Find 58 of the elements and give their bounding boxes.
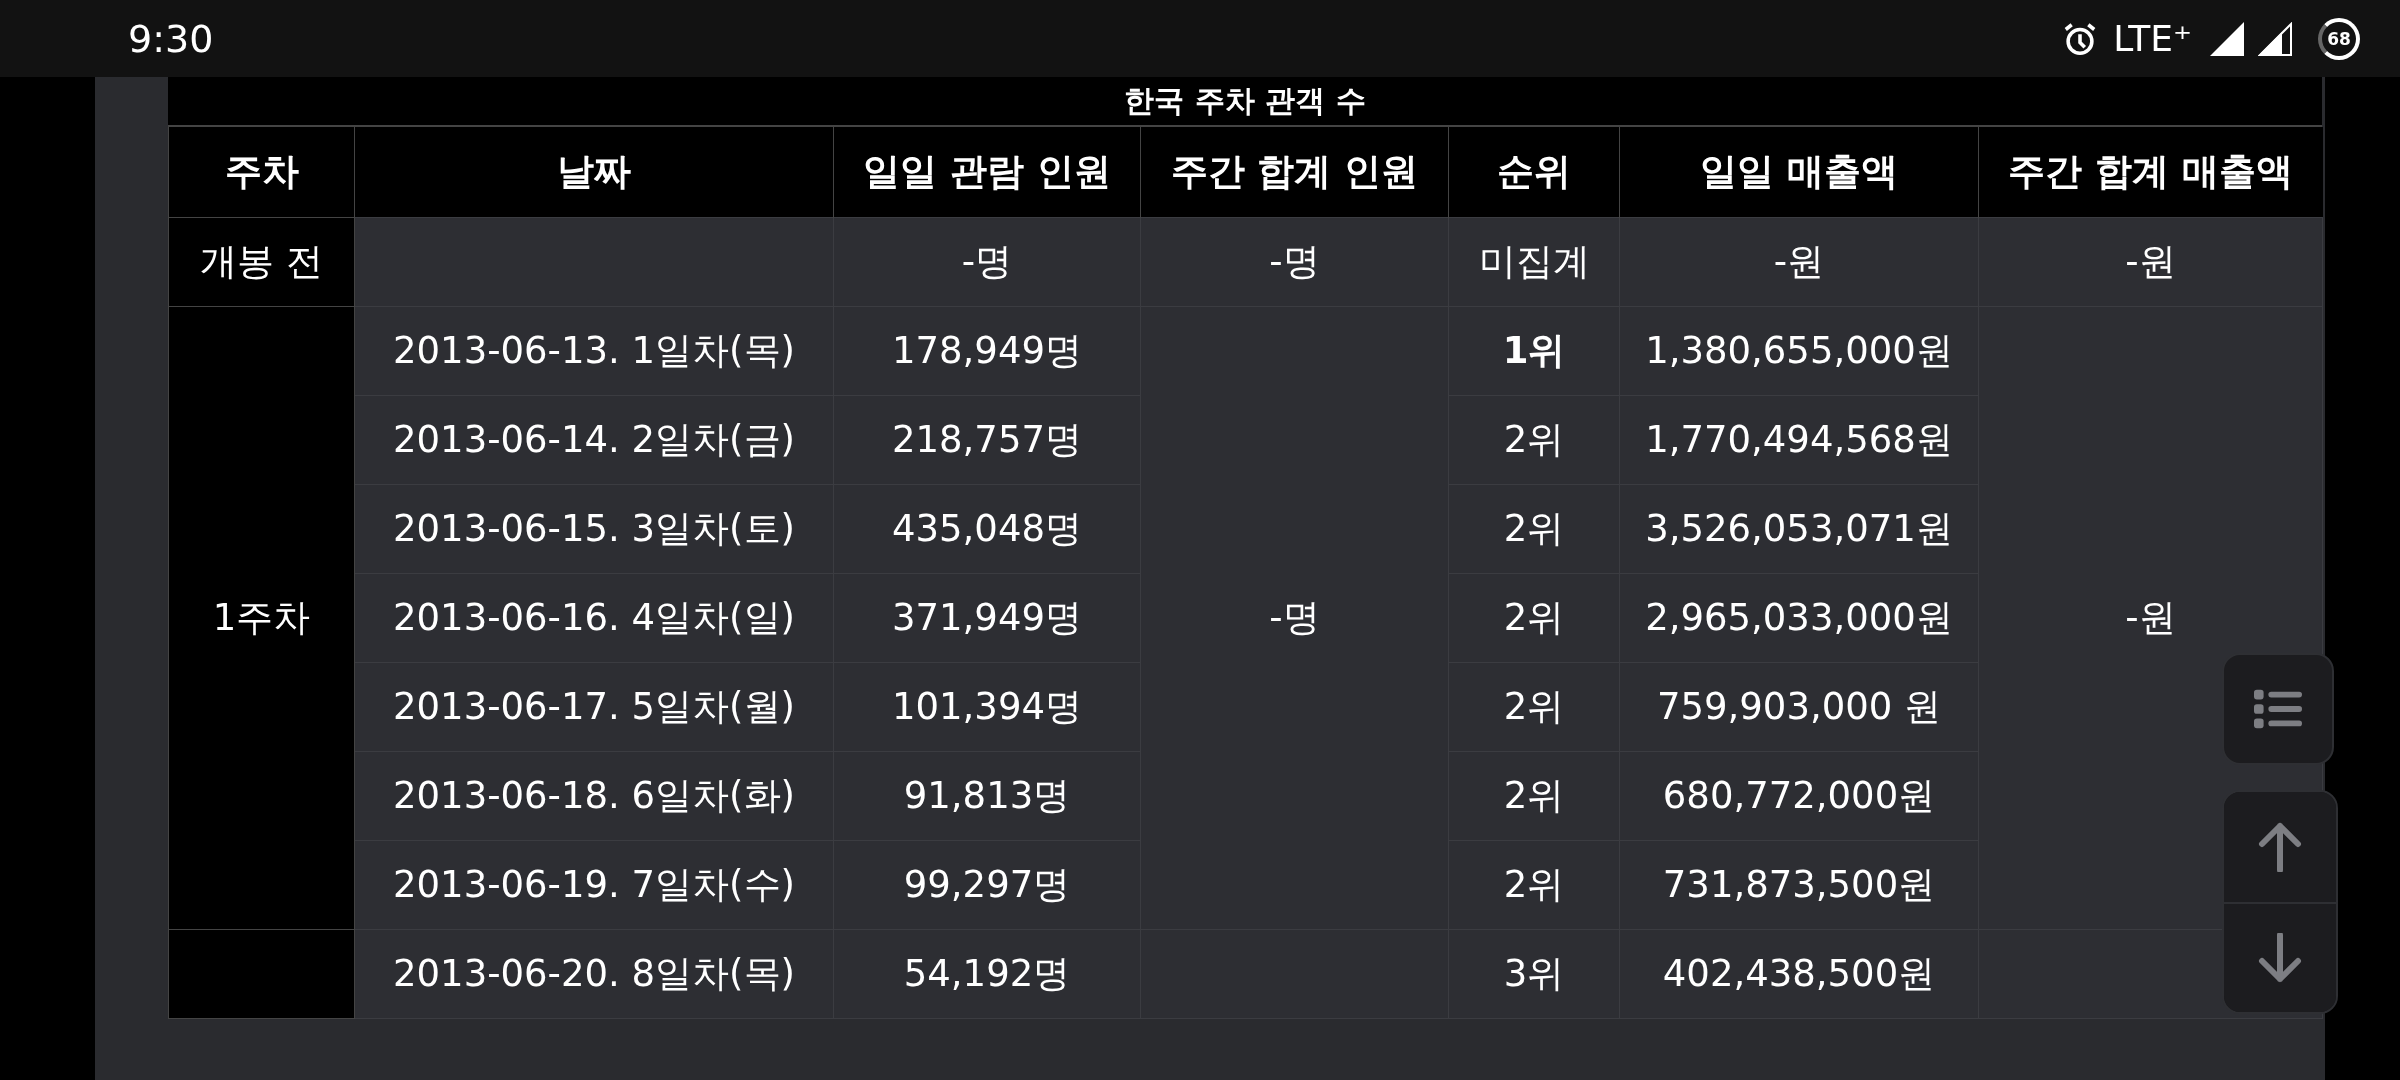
table-cell: -명 bbox=[833, 217, 1141, 307]
table-cell: 2013-06-18. 6일차(화) bbox=[354, 751, 834, 841]
table-cell: 1,770,494,568원 bbox=[1619, 395, 1979, 485]
table-cell: 91,813명 bbox=[833, 751, 1141, 841]
column-header: 주차 bbox=[168, 127, 355, 218]
table-cell: 2013-06-19. 7일차(수) bbox=[354, 840, 834, 930]
table-cell: 2013-06-20. 8일차(목) bbox=[354, 929, 834, 1019]
table-cell: 99,297명 bbox=[833, 840, 1141, 930]
scroll-down-button[interactable] bbox=[2224, 902, 2336, 1012]
table-cell: 731,873,500원 bbox=[1619, 840, 1979, 930]
column-header: 주간 합계 매출액 bbox=[1978, 127, 2323, 218]
table-cell: 2위 bbox=[1448, 662, 1620, 752]
table-cell: -원 bbox=[1619, 217, 1979, 307]
table-cell: 2위 bbox=[1448, 840, 1620, 930]
column-header: 순위 bbox=[1448, 127, 1620, 218]
table-cell: 54,192명 bbox=[833, 929, 1141, 1019]
table-cell: 759,903,000 원 bbox=[1619, 662, 1979, 752]
table-cell: 402,438,500원 bbox=[1619, 929, 1979, 1019]
arrow-down-icon bbox=[2258, 933, 2302, 983]
table-cell: 1위 bbox=[1448, 306, 1620, 396]
table-cell: 1,380,655,000원 bbox=[1619, 306, 1979, 396]
signal-icon bbox=[2258, 21, 2292, 56]
network-type: LTE⁺ bbox=[2113, 18, 2192, 59]
table-cell: 218,757명 bbox=[833, 395, 1141, 485]
table-cell: 2013-06-14. 2일차(금) bbox=[354, 395, 834, 485]
table-cell: -원 bbox=[1978, 217, 2323, 307]
table-cell: 435,048명 bbox=[833, 484, 1141, 574]
table-cell: 2013-06-15. 3일차(토) bbox=[354, 484, 834, 574]
table-of-contents-button[interactable] bbox=[2222, 653, 2334, 765]
table-cell: 2위 bbox=[1448, 751, 1620, 841]
column-header: 주간 합계 인원 bbox=[1140, 127, 1449, 218]
table-cell: 680,772,000원 bbox=[1619, 751, 1979, 841]
signal-icon bbox=[2210, 21, 2244, 56]
table-cell: 2,965,033,000원 bbox=[1619, 573, 1979, 663]
table-cell: 1주차 bbox=[168, 306, 355, 930]
table-cell: 2013-06-17. 5일차(월) bbox=[354, 662, 834, 752]
table-cell: 2위 bbox=[1448, 484, 1620, 574]
table-cell: 178,949명 bbox=[833, 306, 1141, 396]
battery-indicator: 68 bbox=[2318, 17, 2360, 60]
table-cell: 개봉 전 bbox=[168, 217, 355, 307]
table-cell: 3위 bbox=[1448, 929, 1620, 1019]
table-cell: 2위 bbox=[1448, 573, 1620, 663]
list-icon bbox=[2254, 689, 2302, 729]
table-cell: 3,526,053,071원 bbox=[1619, 484, 1979, 574]
column-header: 날짜 bbox=[354, 127, 834, 218]
column-header: 일일 관람 인원 bbox=[833, 127, 1141, 218]
table-cell: 2013-06-13. 1일차(목) bbox=[354, 306, 834, 396]
arrow-up-icon bbox=[2258, 822, 2302, 872]
table-cell: 2013-06-16. 4일차(일) bbox=[354, 573, 834, 663]
table-cell: 371,949명 bbox=[833, 573, 1141, 663]
table-cell: 2위 bbox=[1448, 395, 1620, 485]
table-cell: -명 bbox=[1140, 217, 1449, 307]
table-cell: -명 bbox=[1140, 306, 1449, 930]
table-cell: 101,394명 bbox=[833, 662, 1141, 752]
table-cell: 미집계 bbox=[1448, 217, 1620, 307]
column-header: 일일 매출액 bbox=[1619, 127, 1979, 218]
table-title: 한국 주차 관객 수 bbox=[168, 77, 2322, 127]
clock-time: 9:30 bbox=[128, 16, 214, 61]
